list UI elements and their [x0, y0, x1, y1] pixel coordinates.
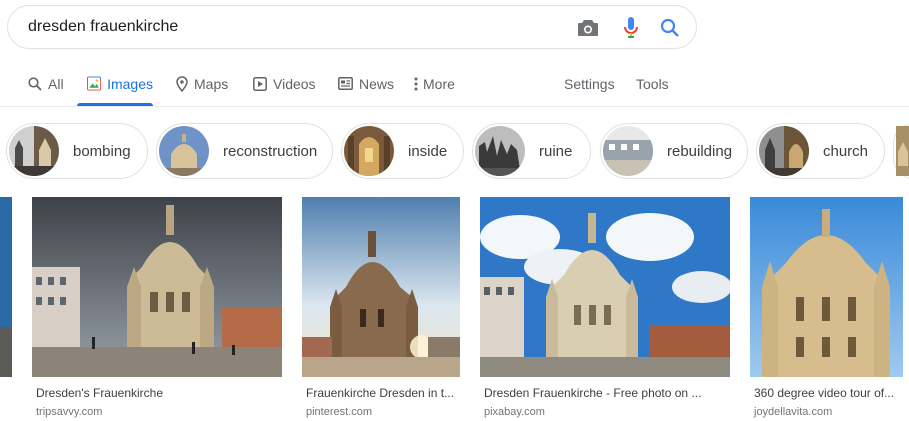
- tab-label: More: [423, 75, 455, 92]
- tab-label: Videos: [273, 75, 316, 92]
- result-title: 360 degree video tour of...: [754, 386, 895, 400]
- result-image: [0, 197, 12, 377]
- result-title: Dresden's Frauenkirche: [36, 386, 164, 400]
- chip-more-partial[interactable]: [893, 123, 909, 179]
- tab-news[interactable]: News: [338, 62, 394, 105]
- chip-thumbnail: [9, 126, 59, 176]
- tab-videos[interactable]: Videos: [253, 62, 316, 105]
- result-source: joydellavita.com: [754, 406, 833, 418]
- chip-thumbnail: [759, 126, 809, 176]
- image-icon: [87, 76, 102, 91]
- search-input[interactable]: dresden frauenkirche: [28, 18, 178, 36]
- chip-label: ruine: [539, 142, 573, 160]
- chip-label: church: [823, 142, 869, 160]
- chip-thumbnail: [603, 126, 653, 176]
- result-source: pixabay.com: [484, 406, 545, 418]
- image-result[interactable]: Dresden Frauenkirche - Free photo on ...…: [480, 197, 730, 418]
- result-image: [480, 197, 730, 377]
- chip-label: rebuilding: [667, 142, 733, 160]
- chip-church[interactable]: church: [756, 123, 885, 179]
- result-source: tripsavvy.com: [36, 406, 103, 418]
- result-image: [302, 197, 460, 377]
- chip-thumbnail: [475, 126, 525, 176]
- chip-reconstruction[interactable]: reconstruction: [156, 123, 333, 179]
- image-result[interactable]: 360 degree video tour of... joydellavita…: [750, 197, 903, 418]
- result-source: pinterest.com: [306, 406, 373, 418]
- settings-link[interactable]: Settings: [564, 62, 615, 105]
- result-title: Frauenkirche Dresden in t...: [306, 386, 455, 400]
- tools-link[interactable]: Tools: [636, 62, 669, 105]
- map-pin-icon: [176, 75, 188, 92]
- chip-label: inside: [408, 142, 448, 160]
- chip-rebuilding[interactable]: rebuilding: [600, 123, 748, 179]
- chip-thumbnail: [896, 126, 909, 176]
- chip-label: reconstruction: [223, 142, 318, 160]
- microphone-icon[interactable]: [617, 14, 645, 42]
- tab-maps[interactable]: Maps: [176, 62, 228, 105]
- result-title: Dresden Frauenkirche - Free photo on ...: [484, 386, 702, 400]
- search-bar[interactable]: dresden frauenkirche: [7, 5, 697, 49]
- search-icon[interactable]: [656, 14, 684, 42]
- tab-more[interactable]: More: [414, 62, 455, 105]
- chip-ruine[interactable]: ruine: [472, 123, 591, 179]
- tab-all[interactable]: All: [28, 62, 64, 105]
- result-image: [750, 197, 903, 377]
- tab-label: Images: [107, 75, 153, 92]
- search-tabs: All Images Maps Videos News More Setting…: [0, 62, 909, 107]
- image-result-partial[interactable]: [0, 197, 12, 377]
- chip-thumbnail: [159, 126, 209, 176]
- image-result[interactable]: Frauenkirche Dresden in t... pinterest.c…: [302, 197, 460, 418]
- newspaper-icon: [338, 77, 353, 90]
- chip-inside[interactable]: inside: [341, 123, 464, 179]
- image-result[interactable]: Dresden's Frauenkirche tripsavvy.com: [32, 197, 282, 418]
- tab-label: All: [48, 75, 64, 92]
- chip-bombing[interactable]: bombing: [6, 123, 148, 179]
- tab-images[interactable]: Images: [77, 62, 153, 106]
- result-image: [32, 197, 282, 377]
- tab-label: Maps: [194, 75, 229, 92]
- search-icon: [28, 76, 42, 91]
- tab-label: News: [359, 75, 395, 92]
- camera-icon[interactable]: [574, 14, 602, 42]
- chip-label: bombing: [73, 142, 131, 160]
- kebab-icon: [414, 77, 418, 90]
- chip-thumbnail: [344, 126, 394, 176]
- play-icon: [253, 76, 267, 91]
